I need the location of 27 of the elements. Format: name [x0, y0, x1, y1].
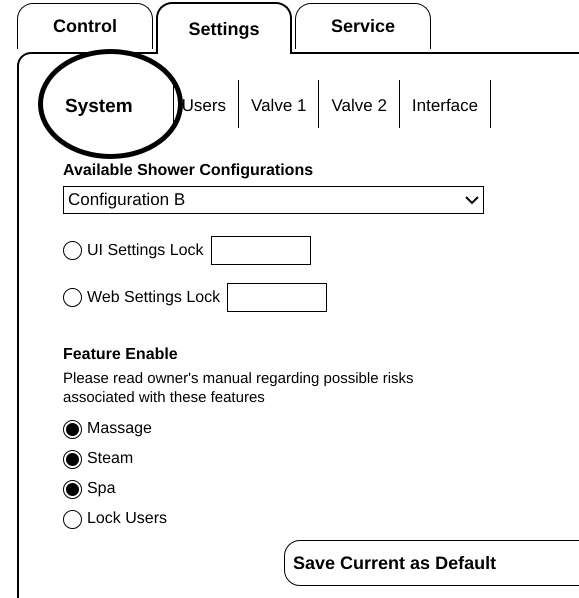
save-default-button[interactable]: Save Current as Default: [284, 540, 579, 586]
subtab[interactable]: Valve 2: [319, 80, 400, 128]
radio-label: Spa: [87, 480, 116, 498]
subtab[interactable]: Interface: [400, 80, 492, 128]
tab[interactable]: Control: [17, 3, 153, 49]
tab[interactable]: Settings: [156, 2, 292, 54]
configuration-dropdown[interactable]: Configuration B: [63, 186, 484, 214]
subtab[interactable]: Valve 1: [239, 80, 320, 128]
section-heading: Available Shower Configurations: [63, 162, 314, 180]
radio-label: UI Settings Lock: [87, 242, 204, 260]
warning-text: Please read owner's manual regarding possible risks associated with these features: [63, 370, 415, 408]
radio-label: Lock Users: [87, 510, 168, 528]
radio-button[interactable]: [63, 241, 82, 260]
subtab[interactable]: Users: [172, 80, 240, 128]
radio-label: Web Settings Lock: [87, 288, 220, 306]
radio-label: Steam: [87, 450, 134, 468]
lock-input-field[interactable]: [210, 236, 310, 265]
lock-input-field[interactable]: [227, 283, 328, 312]
section-heading: Feature Enable: [63, 346, 179, 364]
tab[interactable]: Service: [295, 3, 431, 49]
radio-button[interactable]: [63, 480, 82, 498]
radio-button[interactable]: [63, 510, 82, 528]
chevron-down-icon: [465, 196, 479, 204]
radio-label: Massage: [87, 420, 152, 438]
radio-button[interactable]: [63, 450, 82, 468]
radio-button[interactable]: [63, 420, 82, 438]
radio-button[interactable]: [63, 288, 82, 307]
